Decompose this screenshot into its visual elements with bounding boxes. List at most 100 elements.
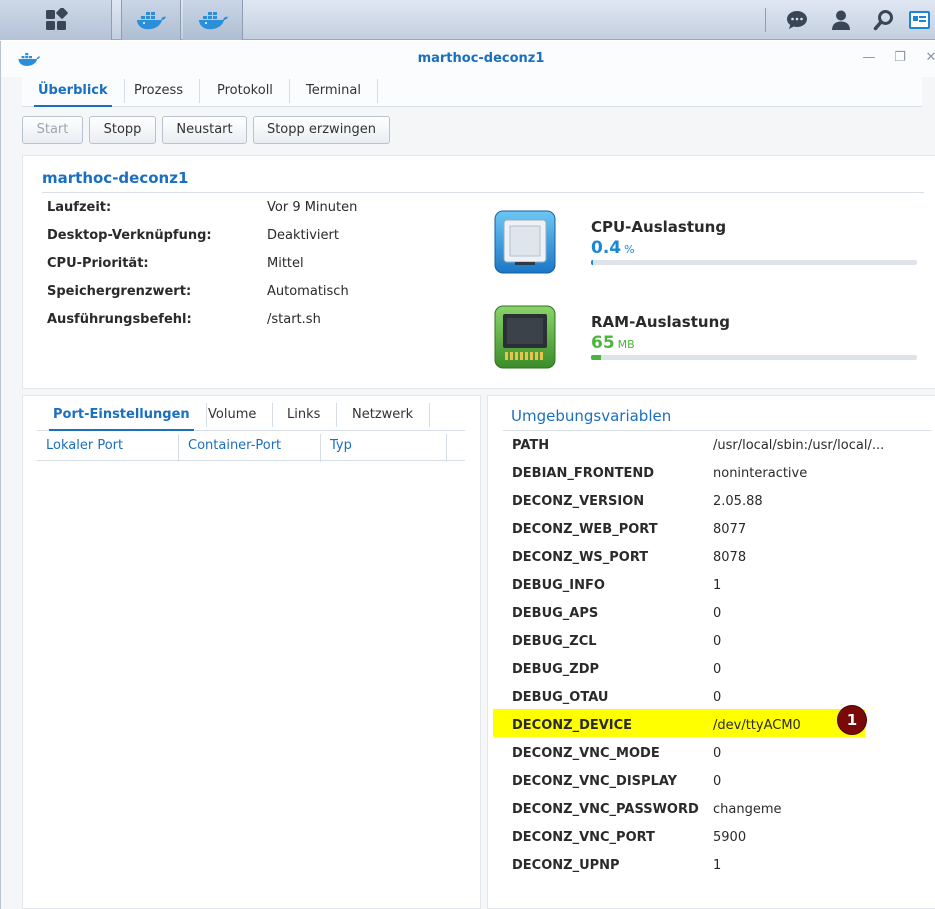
env-key: DEBUG_OTAU [512,690,609,705]
restart-button[interactable]: Neustart [162,116,247,144]
env-key: DECONZ_VNC_MODE [512,746,660,761]
runtime-value: Vor 9 Minuten [267,200,358,215]
env-row: DECONZ_VNC_PORT 5900 [503,825,933,853]
window-title: marthoc-deconz1 [417,51,545,66]
memory-limit-label: Speichergrenzwert: [47,284,192,299]
ports-header-divider [37,460,465,461]
env-key: DEBUG_APS [512,606,599,621]
env-value: 0 [713,690,722,705]
docker-taskbar-button-2[interactable] [183,0,243,40]
tab-overview[interactable]: Überblick [22,79,125,107]
exec-command-label: Ausführungsbefehl: [47,312,192,327]
search-button[interactable] [864,0,904,40]
widgets-icon [909,11,930,29]
exec-command-value: /start.sh [267,312,321,327]
column-local-port[interactable]: Lokaler Port [37,434,179,462]
grid-icon [45,8,68,30]
ports-panel [22,395,481,909]
env-value: 8078 [713,550,747,565]
env-key: DECONZ_UPNP [512,858,620,873]
env-key: DECONZ_WEB_PORT [512,522,658,537]
tab-port-settings[interactable]: Port-Einstellungen [37,403,207,431]
main-menu-button[interactable] [0,0,112,40]
env-key: DEBIAN_FRONTEND [512,466,655,481]
docker-icon [198,12,228,30]
notifications-button[interactable] [777,0,817,40]
env-key: PATH [512,438,550,453]
env-value: 0 [713,634,722,649]
column-container-port[interactable]: Container-Port [179,434,321,462]
container-detail-window: marthoc-deconz1 — ❐ ✕ Überblick Prozess … [0,41,935,909]
stop-button[interactable]: Stopp [89,116,156,144]
env-key: DEBUG_ZCL [512,634,597,649]
env-key: DECONZ_VNC_PASSWORD [512,802,699,817]
window-titlebar[interactable]: marthoc-deconz1 — ❐ ✕ [1,41,935,77]
env-row: DEBUG_ZDP 0 [503,657,933,685]
env-value: 0 [713,774,722,789]
env-value: 0 [713,662,722,677]
runtime-label: Laufzeit: [47,200,112,215]
ram-usage-title: RAM-Auslastung [591,313,730,331]
tab-links[interactable]: Links [271,403,338,427]
tab-process[interactable]: Prozess [118,79,200,103]
column-type[interactable]: Typ [321,434,447,462]
container-name-heading: marthoc-deconz1 [42,169,189,187]
env-value: 1 [713,858,722,873]
cpu-usage-bar [591,260,917,265]
env-row: DECONZ_WEB_PORT 8077 [503,517,933,545]
env-row: DECONZ_DEVICE/dev/ttyACM0 [503,713,933,741]
close-icon[interactable]: ✕ [923,50,935,66]
env-key: DECONZ_DEVICE [512,718,633,733]
tab-terminal[interactable]: Terminal [290,79,378,103]
taskbar [0,0,935,40]
env-row: DECONZ_UPNP 1 [503,853,933,881]
overview-panel: marthoc-deconz1 Laufzeit: Vor 9 Minuten … [22,155,935,389]
user-icon [832,10,850,30]
env-key: DECONZ_VNC_PORT [512,830,655,845]
minimize-icon[interactable]: — [861,50,877,66]
env-value: changeme [713,802,782,817]
overview-divider [42,192,924,193]
ports-tabs: Port-Einstellungen Volume Links Netzwerk [37,401,465,431]
env-value: /usr/local/sbin:/usr/local/... [713,438,885,453]
env-row: DECONZ_VNC_DISPLAY 0 [503,769,933,797]
env-row: DEBIAN_FRONTEND noninteractive [503,461,933,489]
tab-network[interactable]: Netzwerk [336,403,431,427]
restore-icon[interactable]: ❐ [892,50,908,66]
user-button[interactable] [821,0,861,40]
env-row: DEBUG_ZCL 0 [503,629,933,657]
env-value: /dev/ttyACM0 [713,718,801,733]
env-row: DECONZ_WS_PORT 8078 [503,545,933,573]
env-row: DECONZ_VNC_MODE 0 [503,741,933,769]
env-key: DEBUG_INFO [512,578,605,593]
env-key: DECONZ_WS_PORT [512,550,649,565]
tab-log[interactable]: Protokoll [201,79,290,103]
ram-usage-bar-fill [591,355,601,360]
start-button[interactable]: Start [22,116,83,144]
env-key: DECONZ_VERSION [512,494,645,509]
env-row: DEBUG_APS 0 [503,601,933,629]
taskbar-separator [765,8,766,32]
ram-icon [494,305,556,369]
force-stop-button[interactable]: Stopp erzwingen [253,116,390,144]
cpu-usage-value: 0.4% [591,238,635,258]
annotation-badge: 1 [837,705,867,735]
memory-limit-value: Automatisch [267,284,349,299]
main-tabs: Überblick Prozess Protokoll Terminal [22,77,922,107]
desktop-shortcut-value: Deaktiviert [267,228,339,243]
cpu-priority-value: Mittel [267,256,304,271]
environment-title: Umgebungsvariablen [511,407,672,425]
desktop-shortcut-label: Desktop-Verknüpfung: [47,228,212,243]
ram-usage-bar [591,355,917,360]
env-row: DECONZ_VNC_PASSWORD changeme [503,797,933,825]
docker-taskbar-button-1[interactable] [121,0,181,40]
env-value: 5900 [713,830,747,845]
widgets-button[interactable] [908,0,935,40]
env-key: DECONZ_VNC_DISPLAY [512,774,678,789]
env-row: DECONZ_VERSION 2.05.88 [503,489,933,517]
cpu-usage-title: CPU-Auslastung [591,218,727,236]
tab-volume[interactable]: Volume [192,403,274,427]
env-row: PATH/usr/local/sbin:/usr/local/... [503,433,933,461]
env-value: noninteractive [713,466,808,481]
env-value: 1 [713,578,722,593]
